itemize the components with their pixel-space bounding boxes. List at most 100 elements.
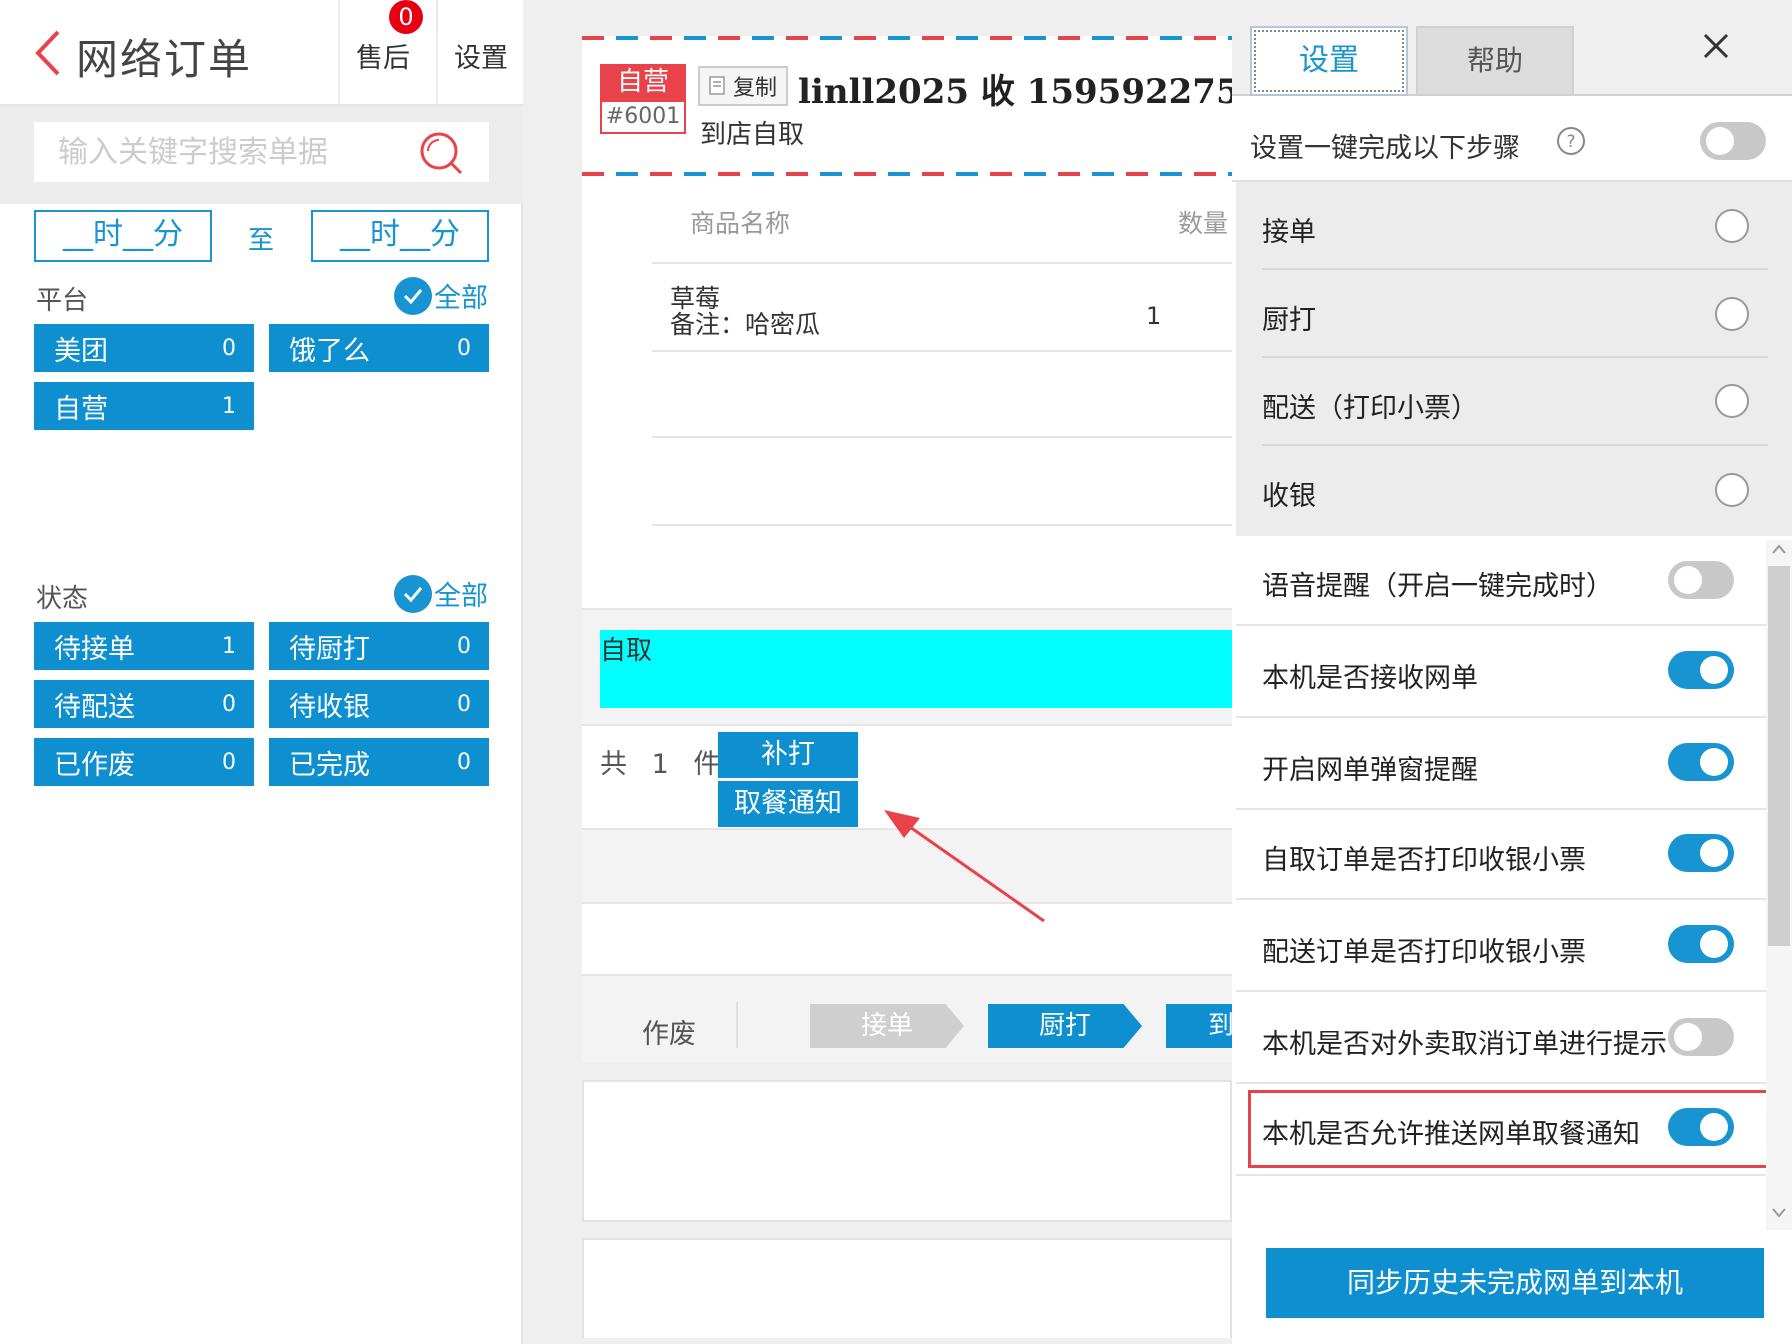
- status-chip-pending-accept[interactable]: 待接单 1: [34, 622, 254, 670]
- platform-chip-meituan[interactable]: 美团 0: [34, 324, 254, 372]
- voice-reminder-toggle[interactable]: [1668, 561, 1734, 599]
- step-radio-delivery[interactable]: [1715, 384, 1749, 418]
- platform-all-checkbox[interactable]: 全部: [394, 276, 488, 315]
- chip-label: 饿了么: [289, 335, 370, 367]
- chip-count: 0: [222, 691, 236, 717]
- order-source-tag: 自营: [600, 64, 686, 100]
- platform-chip-eleme[interactable]: 饿了么 0: [269, 324, 489, 372]
- delivery-receipt-toggle[interactable]: [1668, 925, 1734, 963]
- toggle-knob: [1700, 656, 1728, 684]
- order-number: #6001: [600, 100, 686, 134]
- chip-count: 0: [457, 691, 471, 717]
- scroll-down-icon[interactable]: [1771, 1206, 1787, 1220]
- option-label: 开启网单弹窗提醒: [1262, 755, 1478, 786]
- highlight-box: [1248, 1090, 1792, 1168]
- onekey-toggle[interactable]: [1700, 122, 1766, 160]
- step-radio-kitchen[interactable]: [1715, 297, 1749, 331]
- chip-label: 美团: [54, 335, 108, 367]
- chip-count: 0: [457, 335, 471, 361]
- search-icon[interactable]: [418, 130, 464, 176]
- tab-help[interactable]: 帮助: [1416, 26, 1574, 96]
- step-divider: [1262, 356, 1768, 358]
- step-label: 接单: [1262, 217, 1316, 248]
- row-divider: [652, 436, 1232, 438]
- cancel-order-prompt-toggle[interactable]: [1668, 1018, 1734, 1056]
- chip-label: 待收银: [289, 691, 370, 723]
- close-icon[interactable]: [1700, 30, 1732, 62]
- platform-label: 平台: [36, 286, 89, 316]
- sync-history-button[interactable]: 同步历史未完成网单到本机: [1266, 1248, 1764, 1318]
- receive-orders-toggle[interactable]: [1668, 651, 1734, 689]
- toggle-knob: [1674, 1023, 1702, 1051]
- chip-count: 0: [222, 749, 236, 775]
- item-name-cell: 草莓 备注：哈密瓜: [670, 286, 820, 338]
- step-label: 配送（打印小票）: [1262, 393, 1478, 424]
- status-chip-pending-checkout[interactable]: 待收银 0: [269, 680, 489, 728]
- copy-button[interactable]: 复制: [698, 66, 788, 106]
- step-radio-accept[interactable]: [1715, 209, 1749, 243]
- row-divider: [652, 350, 1232, 352]
- flow-kitchen-step[interactable]: 厨打: [988, 1004, 1142, 1048]
- help-icon[interactable]: ?: [1556, 126, 1586, 156]
- option-divider: [1236, 898, 1766, 900]
- chip-count: 0: [457, 749, 471, 775]
- header-divider: [436, 0, 438, 104]
- scroll-up-icon[interactable]: [1771, 542, 1787, 556]
- status-all-checkbox[interactable]: 全部: [394, 574, 488, 613]
- toggle-knob: [1674, 566, 1702, 594]
- status-chip-completed[interactable]: 已完成 0: [269, 738, 489, 786]
- void-button[interactable]: 作废: [642, 1012, 696, 1051]
- pickup-receipt-toggle[interactable]: [1668, 834, 1734, 872]
- after-sale-button[interactable]: 售后: [356, 36, 410, 75]
- toggle-knob: [1706, 127, 1734, 155]
- delivery-method-bar: 自取: [600, 630, 1232, 708]
- option-divider: [1236, 1082, 1766, 1084]
- option-divider: [1236, 808, 1766, 810]
- chip-count: 0: [222, 335, 236, 361]
- copy-icon: [709, 76, 725, 95]
- page-title: 网络订单: [76, 35, 253, 84]
- step-divider: [1262, 444, 1768, 446]
- svg-text:?: ?: [1566, 132, 1575, 152]
- platform-chip-self[interactable]: 自营 1: [34, 382, 254, 430]
- row-divider: [652, 262, 1232, 264]
- option-label: 自取订单是否打印收银小票: [1262, 845, 1586, 876]
- popup-reminder-toggle[interactable]: [1668, 743, 1734, 781]
- item-name: 草莓: [670, 284, 721, 313]
- flow-accept-step[interactable]: 接单: [810, 1004, 964, 1048]
- step-radio-checkout[interactable]: [1715, 473, 1749, 507]
- scrollbar-thumb[interactable]: [1768, 566, 1790, 946]
- pickup-type: 到店自取: [700, 120, 805, 150]
- order-card-next: [582, 1080, 1232, 1222]
- envelope-border-top: [582, 36, 1232, 40]
- toggle-knob: [1700, 930, 1728, 958]
- back-arrow-icon[interactable]: [30, 28, 66, 78]
- steps-group: [1236, 182, 1792, 536]
- annotation-arrow-icon: [884, 810, 1045, 923]
- settings-button[interactable]: 设置: [454, 36, 508, 75]
- option-divider: [1236, 990, 1766, 992]
- row-divider: [582, 724, 1232, 726]
- after-sale-badge: 0: [389, 0, 423, 34]
- option-label: 本机是否接收网单: [1262, 663, 1478, 694]
- start-time-field[interactable]: __时__分: [34, 210, 212, 262]
- header-divider: [338, 0, 340, 104]
- customer-info: linll2025 收 1595922759: [798, 72, 1264, 112]
- option-divider: [1236, 1174, 1766, 1176]
- chip-label: 待厨打: [289, 633, 370, 665]
- end-time-field[interactable]: __时__分: [311, 210, 489, 262]
- reprint-button[interactable]: 补打: [718, 732, 858, 778]
- pickup-notify-button[interactable]: 取餐通知: [718, 781, 858, 827]
- status-all-label: 全部: [434, 581, 488, 612]
- status-chip-pending-delivery[interactable]: 待配送 0: [34, 680, 254, 728]
- option-label: 配送订单是否打印收银小票: [1262, 937, 1586, 968]
- chip-label: 待配送: [54, 691, 135, 723]
- toggle-knob: [1700, 839, 1728, 867]
- chip-count: 1: [222, 633, 236, 659]
- option-label: 语音提醒（开启一键完成时）: [1262, 571, 1613, 602]
- step-label: 收银: [1262, 481, 1316, 512]
- status-chip-voided[interactable]: 已作废 0: [34, 738, 254, 786]
- column-header-qty: 数量: [1178, 209, 1229, 238]
- status-chip-pending-kitchen[interactable]: 待厨打 0: [269, 622, 489, 670]
- flow-next-step[interactable]: 到: [1166, 1004, 1232, 1048]
